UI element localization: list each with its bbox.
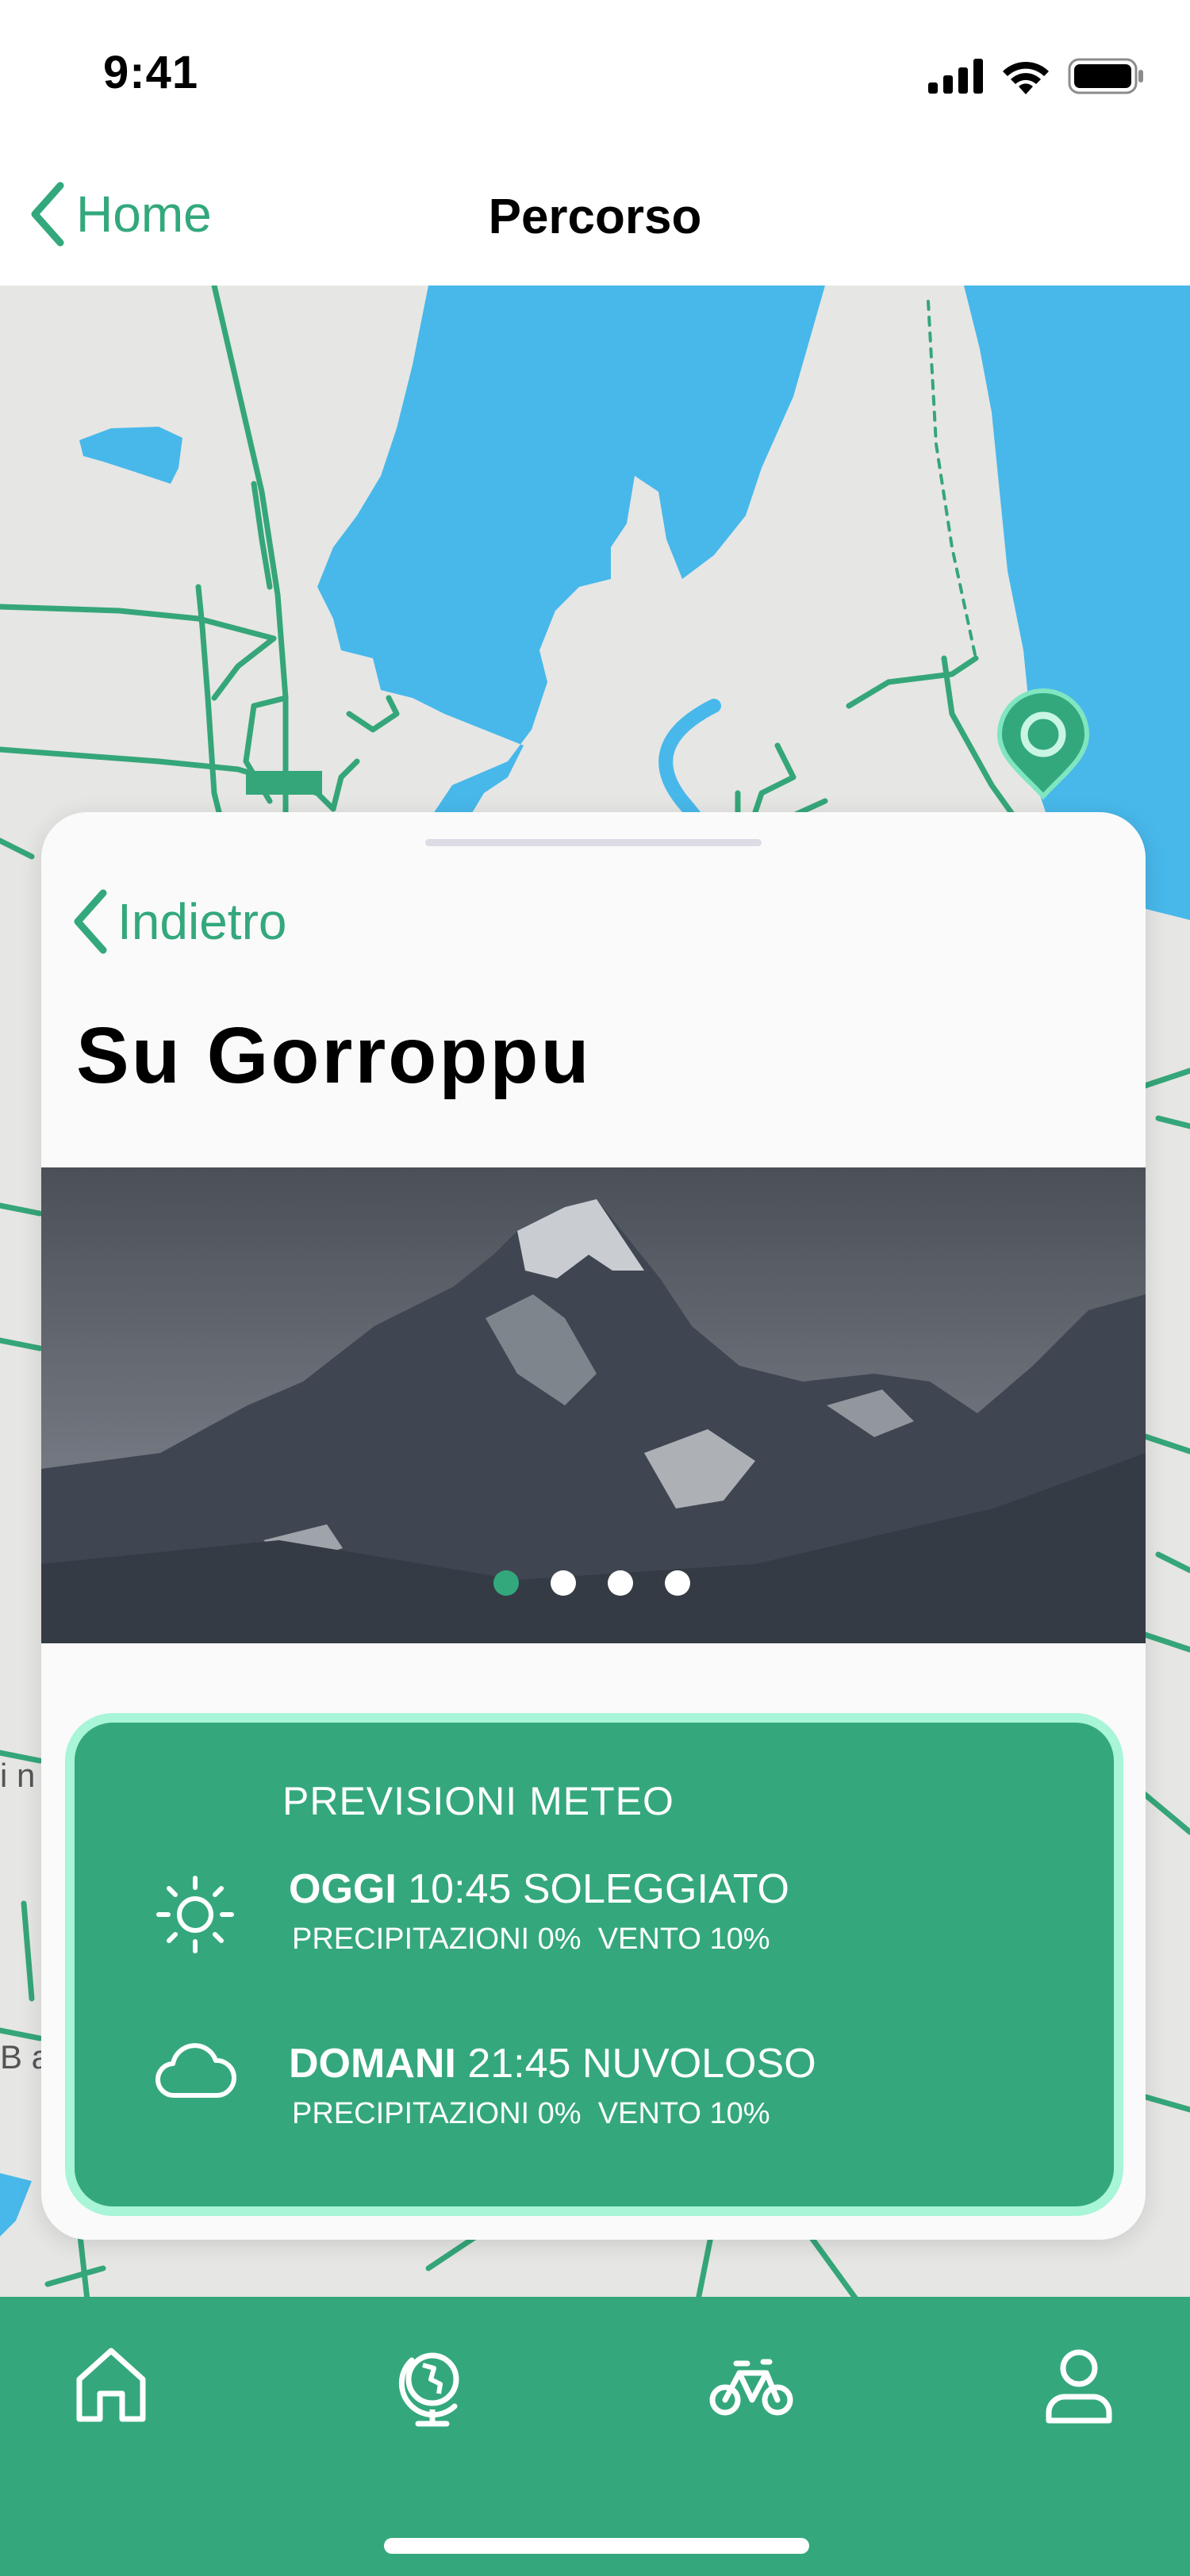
tab-profile[interactable]	[1039, 2344, 1119, 2431]
gallery-dot-1[interactable]	[493, 1570, 519, 1596]
weather-forecast-card: PREVISIONI METEO OGGI 10:45 SOLEGGIATO P…	[65, 1713, 1123, 2216]
photo-gallery[interactable]	[41, 1167, 1146, 1643]
sheet-drag-handle[interactable]	[425, 839, 762, 846]
tab-home[interactable]	[71, 2344, 151, 2431]
globe-icon	[398, 2352, 459, 2427]
map-edge-label: i n	[0, 1757, 36, 1794]
gallery-dot-2[interactable]	[551, 1570, 576, 1596]
navigation-bar: Home Percorso	[0, 151, 1190, 286]
wifi-icon	[1003, 61, 1049, 94]
route-detail-sheet: Indietro Su Gorroppu PREVISIONI METEO OG…	[41, 812, 1146, 2240]
cloud-icon	[155, 2043, 236, 2099]
tab-globe[interactable]	[393, 2344, 472, 2434]
cellular-signal-icon	[928, 59, 983, 94]
back-indietro-button[interactable]: Indietro	[71, 888, 286, 955]
bike-icon	[709, 2359, 793, 2416]
weather-tomorrow-summary: DOMANI 21:45 NUVOLOSO	[289, 2040, 816, 2087]
weather-tomorrow-details: PRECIPITAZIONI 0% VENTO 10%	[292, 2097, 770, 2130]
weather-tomorrow-time-condition: 21:45 NUVOLOSO	[467, 2041, 816, 2087]
home-indicator[interactable]	[384, 2538, 809, 2554]
weather-today-day: OGGI	[289, 1866, 397, 1912]
status-icons	[928, 52, 1144, 100]
route-title: Su Gorroppu	[76, 1011, 592, 1100]
back-indietro-label: Indietro	[117, 893, 287, 950]
profile-icon	[1046, 2349, 1112, 2424]
tab-bike[interactable]	[708, 2344, 795, 2428]
gallery-dot-3[interactable]	[608, 1570, 633, 1596]
battery-icon	[1068, 58, 1143, 94]
gallery-dot-4[interactable]	[665, 1570, 690, 1596]
gallery-pagination	[493, 1570, 690, 1596]
map-location-pin-icon[interactable]	[993, 688, 1093, 799]
weather-title: PREVISIONI METEO	[282, 1779, 674, 1823]
home-icon	[76, 2348, 146, 2422]
sun-icon	[156, 1876, 234, 1953]
tab-bar	[0, 2297, 1190, 2576]
page-title: Percorso	[488, 190, 702, 244]
chevron-left-icon	[74, 889, 107, 954]
weather-today-time-condition: 10:45 SOLEGGIATO	[408, 1866, 789, 1912]
weather-today-details: PRECIPITAZIONI 0% VENTO 10%	[292, 1922, 770, 1956]
status-time: 9:41	[103, 47, 199, 98]
weather-tomorrow-day: DOMANI	[289, 2041, 456, 2087]
status-bar: 9:41	[0, 0, 1190, 151]
weather-today-summary: OGGI 10:45 SOLEGGIATO	[289, 1865, 789, 1913]
